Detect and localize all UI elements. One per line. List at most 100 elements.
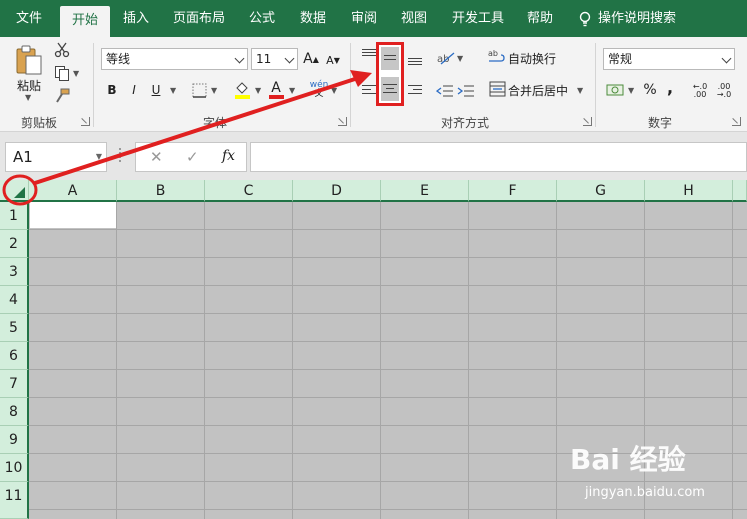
row-header-8[interactable]: 8 [0, 398, 29, 426]
row-header-4[interactable]: 4 [0, 286, 29, 314]
italic-button[interactable]: I [125, 80, 143, 100]
column-header-h[interactable]: H [645, 180, 733, 202]
column-header-a[interactable]: A [29, 180, 117, 202]
tell-me-search[interactable]: 操作说明搜索 [578, 0, 698, 37]
row-header-5[interactable]: 5 [0, 314, 29, 342]
row-header-11[interactable]: 11 [0, 482, 29, 519]
tab-help[interactable]: 帮助 [518, 0, 562, 37]
gridline [292, 202, 293, 519]
left-align-button[interactable] [360, 83, 378, 99]
increase-indent-button[interactable] [457, 83, 475, 99]
borders-dropdown-icon[interactable]: ▼ [211, 86, 217, 95]
tab-home[interactable]: 开始 [60, 6, 110, 37]
wrap-text-button[interactable]: 自动换行 [508, 49, 568, 67]
column-header-d[interactable]: D [293, 180, 381, 202]
decrease-decimal-button[interactable]: .00 →.0 [714, 81, 734, 101]
format-painter-button[interactable] [53, 87, 71, 105]
group-divider [350, 43, 351, 127]
fill-color-button[interactable] [233, 79, 251, 101]
alignment-launcher-icon[interactable] [583, 117, 592, 126]
paste-dropdown-icon[interactable]: ▼ [25, 93, 31, 102]
enter-button[interactable]: ✓ [186, 148, 199, 166]
tab-file[interactable]: 文件 [4, 0, 54, 37]
bottom-align-button[interactable] [406, 51, 424, 67]
paste-button[interactable] [13, 43, 45, 77]
borders-button[interactable] [190, 81, 208, 99]
copy-button[interactable] [53, 64, 71, 82]
percent-style-button[interactable]: % [642, 80, 658, 100]
tab-page-layout[interactable]: 页面布局 [165, 0, 233, 37]
merge-dropdown-icon[interactable]: ▼ [577, 86, 583, 95]
phonetic-guide-button[interactable]: wén 文 [310, 79, 329, 101]
middle-align-button[interactable] [381, 47, 399, 70]
gridline [29, 397, 747, 398]
font-color-dropdown-icon[interactable]: ▼ [289, 86, 295, 95]
column-header-c[interactable]: C [205, 180, 293, 202]
select-all-triangle-icon [14, 187, 25, 198]
column-header-b[interactable]: B [117, 180, 205, 202]
orientation-button[interactable]: ab [436, 49, 456, 67]
active-cell-a1[interactable] [30, 202, 116, 228]
cancel-button[interactable]: ✕ [150, 148, 163, 166]
formula-buttons: ✕ ✓ fx [135, 142, 247, 172]
fill-color-dropdown-icon[interactable]: ▼ [255, 86, 261, 95]
number-format-select[interactable]: 常规 [603, 48, 735, 70]
font-launcher-icon[interactable] [338, 117, 347, 126]
paste-label[interactable]: 粘贴 [10, 77, 48, 93]
tab-data[interactable]: 数据 [291, 0, 335, 37]
gridline [29, 509, 747, 510]
row-header-9[interactable]: 9 [0, 426, 29, 454]
tab-insert[interactable]: 插入 [114, 0, 158, 37]
tab-view[interactable]: 视图 [392, 0, 436, 37]
row-header-2[interactable]: 2 [0, 230, 29, 258]
decrease-font-button[interactable]: A ▼ [324, 51, 342, 69]
comma-style-button[interactable]: , [664, 77, 676, 97]
underline-button[interactable]: U [147, 80, 165, 100]
bold-button[interactable]: B [103, 80, 121, 100]
center-align-button[interactable] [381, 77, 399, 101]
merge-center-button[interactable]: 合并后居中 [508, 81, 572, 99]
paste-icon [16, 45, 42, 75]
formula-input[interactable] [250, 142, 747, 172]
font-color-button[interactable]: A [267, 79, 285, 101]
wrap-text-icon-button[interactable]: ab [488, 48, 506, 66]
currency-icon [606, 84, 624, 96]
row-header-10[interactable]: 10 [0, 454, 29, 482]
clipboard-group-label: 剪贴板 [20, 116, 57, 130]
underline-dropdown-icon[interactable]: ▼ [170, 86, 176, 95]
increase-font-button[interactable]: A ▲ [302, 49, 320, 69]
tab-review[interactable]: 审阅 [342, 0, 386, 37]
number-launcher-icon[interactable] [732, 117, 741, 126]
accounting-dropdown-icon[interactable]: ▼ [628, 86, 634, 95]
select-all-button[interactable] [0, 180, 29, 202]
accounting-format-button[interactable] [605, 81, 625, 99]
alignment-group-label: 对齐方式 [440, 116, 489, 130]
column-header-next[interactable] [733, 180, 747, 202]
gridline [29, 425, 747, 426]
row-header-7[interactable]: 7 [0, 370, 29, 398]
font-size-select[interactable]: 11 [251, 48, 298, 70]
column-header-g[interactable]: G [557, 180, 645, 202]
name-box[interactable]: A1 ▼ [5, 142, 107, 172]
orientation-dropdown-icon[interactable]: ▼ [457, 54, 463, 63]
font-name-select[interactable]: 等线 [101, 48, 248, 70]
insert-function-button[interactable]: fx [222, 148, 235, 164]
decrease-indent-button[interactable] [436, 83, 454, 99]
chevron-down-icon[interactable]: ▼ [96, 143, 102, 171]
tab-formulas[interactable]: 公式 [240, 0, 284, 37]
row-header-1[interactable]: 1 [0, 202, 29, 230]
phonetic-dropdown-icon[interactable]: ▼ [331, 86, 337, 95]
row-header-6[interactable]: 6 [0, 342, 29, 370]
tab-developer[interactable]: 开发工具 [445, 0, 511, 37]
increase-decimal-button[interactable]: ←.0 .00 [690, 81, 710, 101]
row-header-3[interactable]: 3 [0, 258, 29, 286]
clipboard-launcher-icon[interactable] [81, 117, 90, 126]
cut-button[interactable] [53, 41, 71, 59]
merge-center-icon-button[interactable] [488, 80, 506, 98]
right-align-button[interactable] [406, 83, 424, 99]
tell-me-label: 操作说明搜索 [598, 11, 677, 26]
formula-bar-grip-icon[interactable] [119, 148, 122, 162]
copy-dropdown-icon[interactable]: ▼ [73, 69, 79, 78]
column-header-e[interactable]: E [381, 180, 469, 202]
column-header-f[interactable]: F [469, 180, 557, 202]
